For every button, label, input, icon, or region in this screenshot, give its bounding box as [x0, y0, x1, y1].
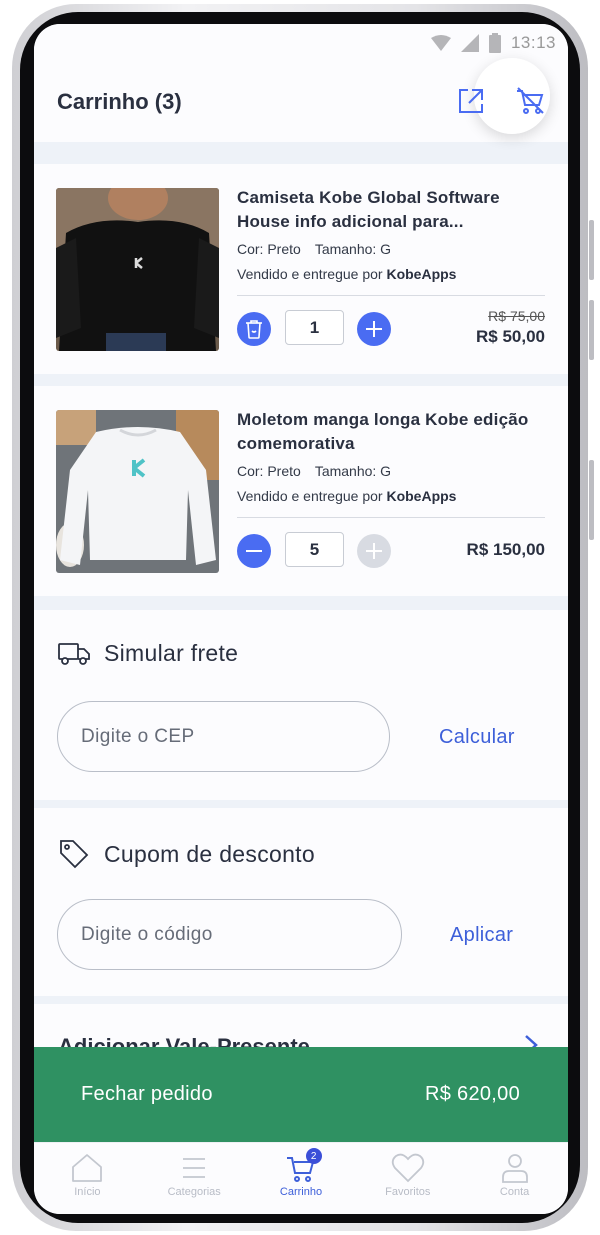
tab-inicio[interactable]: Início: [34, 1143, 141, 1214]
remove-item-button[interactable]: [237, 312, 271, 346]
tab-label: Conta: [499, 1186, 530, 1198]
trash-icon: [246, 320, 262, 339]
product-size: Tamanho: G: [314, 463, 392, 479]
coupon-input[interactable]: Digite o código: [57, 899, 402, 970]
product-color: Cor: Preto: [237, 463, 301, 479]
item-price: R$ 50,00: [476, 327, 545, 346]
cart-header: Carrinho (3): [34, 58, 568, 142]
tab-conta[interactable]: Conta: [461, 1143, 568, 1214]
volume-button: [589, 300, 594, 360]
cart-count-badge: 2: [305, 1148, 322, 1164]
plus-icon: [366, 543, 382, 559]
product-seller: Vendido e entregue por KobeApps: [237, 266, 457, 282]
tab-categorias[interactable]: Categorias: [141, 1143, 248, 1214]
wifi-icon: [430, 35, 451, 51]
separator: [34, 800, 568, 808]
power-button: [589, 460, 594, 540]
tab-label: Favoritos: [385, 1186, 431, 1198]
shipping-title: Simular frete: [104, 640, 239, 666]
truck-icon: [58, 642, 90, 665]
quantity-field[interactable]: 1: [285, 310, 344, 345]
checkout-total: R$ 620,00: [425, 1083, 520, 1105]
apply-coupon-button[interactable]: Aplicar: [450, 924, 513, 947]
cep-input[interactable]: Digite o CEP: [57, 701, 390, 772]
tab-label: Categorias: [167, 1186, 221, 1198]
status-bar: 13:13: [34, 24, 568, 62]
separator: [34, 142, 568, 164]
checkout-button[interactable]: Fechar pedido R$ 620,00: [34, 1047, 568, 1142]
share-icon[interactable]: [456, 86, 486, 116]
quantity-field[interactable]: 5: [285, 532, 344, 567]
battery-icon: [488, 33, 501, 53]
product-size: Tamanho: G: [314, 241, 392, 257]
increase-quantity-button[interactable]: [357, 534, 391, 568]
tab-label: Carrinho: [279, 1186, 323, 1198]
product-attributes: Cor: Preto Tamanho: G: [237, 241, 391, 257]
product-attributes: Cor: Preto Tamanho: G: [237, 463, 391, 479]
tab-carrinho[interactable]: 2 Carrinho: [248, 1143, 355, 1214]
product-title[interactable]: Camiseta Kobe Global Software House info…: [237, 186, 547, 234]
tab-label: Início: [74, 1186, 101, 1198]
product-color: Cor: Preto: [237, 241, 301, 257]
separator: [34, 996, 568, 1004]
tab-favoritos[interactable]: Favoritos: [354, 1143, 461, 1214]
shipping-section: Simular frete Digite o CEP Calcular: [34, 610, 568, 800]
seller-name: KobeApps: [386, 266, 457, 282]
product-title[interactable]: Moletom manga longa Kobe edição comemora…: [237, 408, 547, 456]
separator: [34, 596, 568, 610]
product-image-sweatshirt[interactable]: [56, 410, 219, 573]
coupon-title: Cupom de desconto: [104, 840, 315, 867]
user-icon: [501, 1154, 528, 1183]
home-icon: [72, 1154, 103, 1182]
tag-icon: [60, 840, 89, 869]
product-seller: Vendido e entregue por KobeApps: [237, 488, 457, 504]
clear-cart-icon[interactable]: [514, 86, 546, 116]
divider: [237, 517, 545, 518]
bottom-tab-bar: Início Categorias 2 Carrinho Favoritos C…: [34, 1142, 568, 1214]
heart-icon: [391, 1153, 424, 1183]
seller-name: KobeApps: [386, 488, 457, 504]
signal-icon: [460, 34, 479, 52]
plus-icon: [366, 321, 382, 337]
checkout-label: Fechar pedido: [81, 1083, 213, 1105]
separator: [34, 374, 568, 386]
cart-item: Moletom manga longa Kobe edição comemora…: [34, 386, 568, 596]
increase-quantity-button[interactable]: [357, 312, 391, 346]
product-image-tshirt[interactable]: [56, 188, 219, 351]
minus-icon: [246, 550, 262, 552]
status-time: 13:13: [510, 33, 556, 52]
decrease-quantity-button[interactable]: [237, 534, 271, 568]
original-price: R$ 75,00: [488, 308, 545, 324]
app-screen: 13:13 Carrinho (3) Camiseta Kobe Global …: [34, 24, 568, 1214]
divider: [237, 295, 545, 296]
volume-button: [589, 220, 594, 280]
menu-icon: [183, 1158, 206, 1178]
calculate-button[interactable]: Calcular: [439, 726, 515, 749]
cart-item: Camiseta Kobe Global Software House info…: [34, 164, 568, 374]
coupon-section: Cupom de desconto Digite o código Aplica…: [34, 808, 568, 996]
item-price: R$ 150,00: [466, 540, 545, 559]
page-title: Carrinho (3): [57, 89, 182, 114]
